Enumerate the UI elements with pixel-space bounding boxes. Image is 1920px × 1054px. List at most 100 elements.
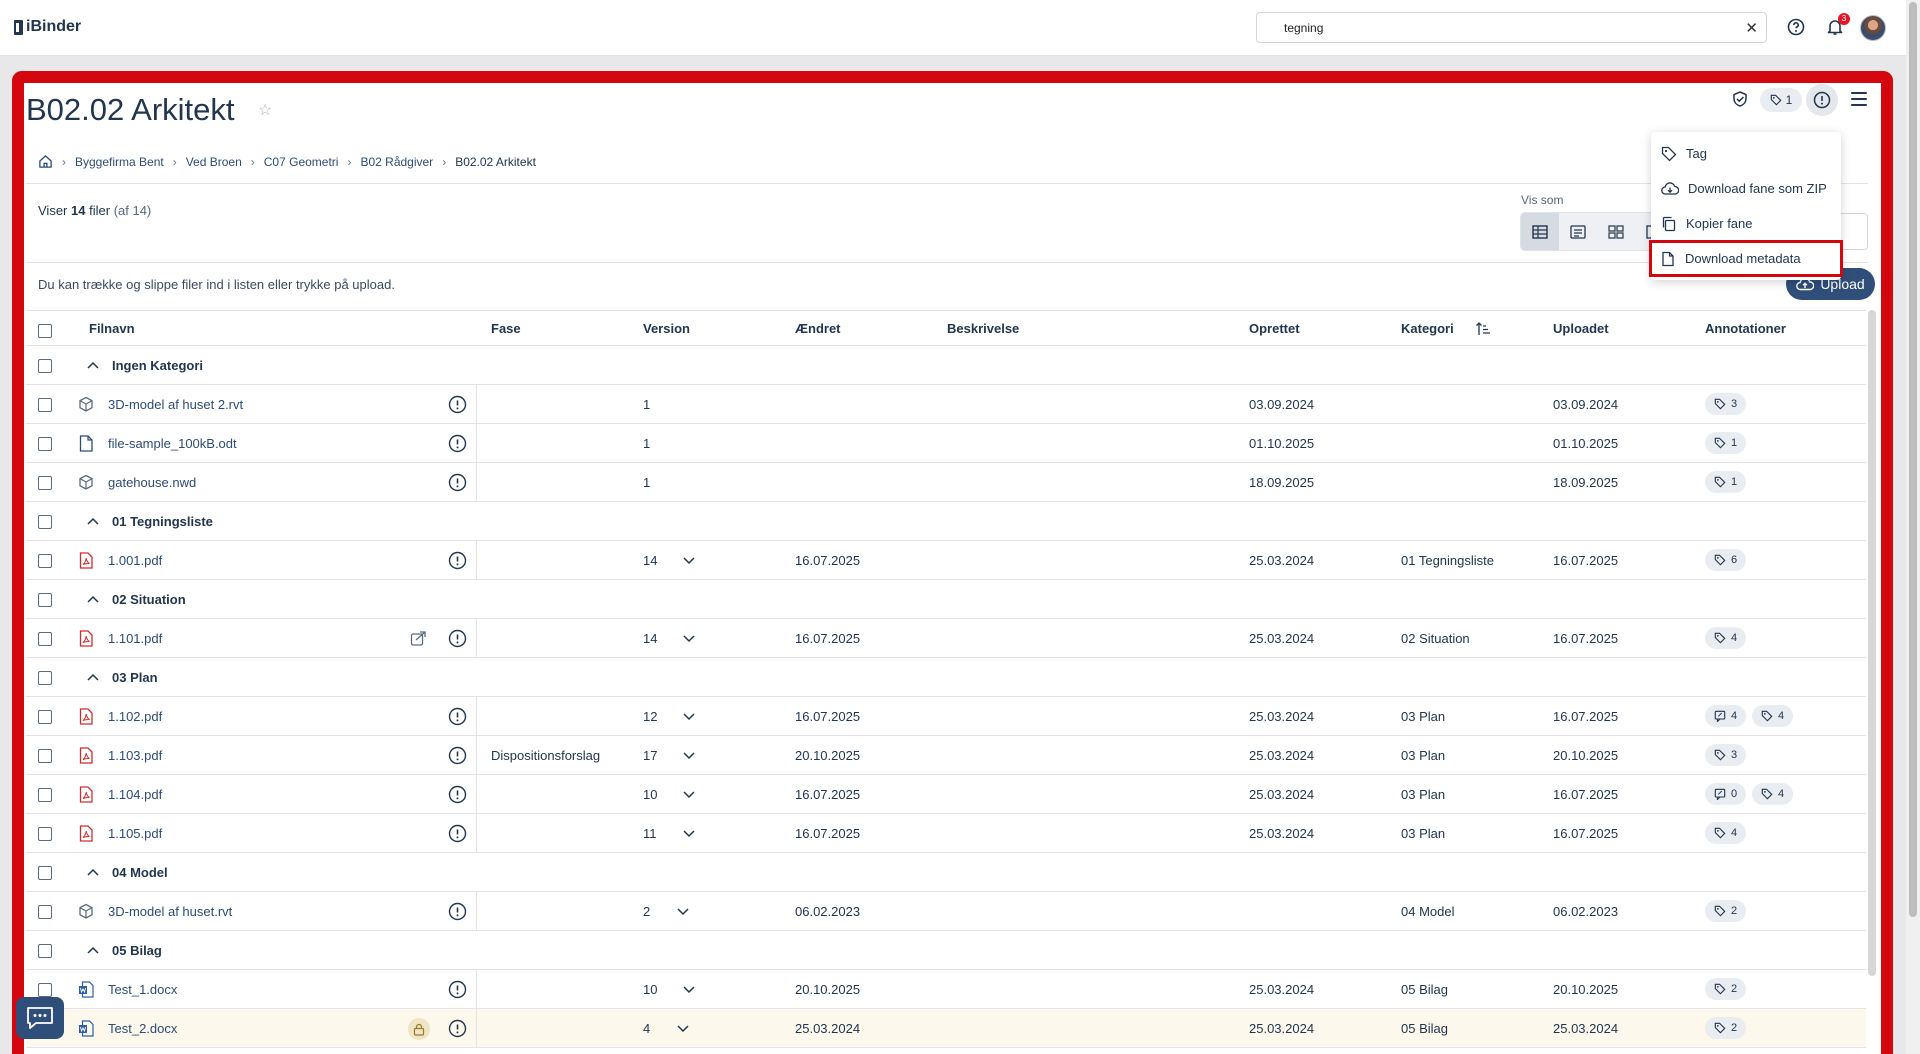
version-chevron-down-icon[interactable]: [682, 749, 696, 761]
menu-item-copy-tab[interactable]: Kopier fane: [1651, 206, 1841, 241]
group-row[interactable]: 05 Bilag: [26, 931, 1866, 970]
row-checkbox[interactable]: [38, 788, 52, 802]
favorite-star-icon[interactable]: ☆: [258, 100, 272, 120]
col-fase[interactable]: Fase: [491, 321, 521, 336]
tag-chip[interactable]: 1: [1705, 471, 1747, 493]
row-checkbox[interactable]: [38, 632, 52, 646]
file-name-link[interactable]: Test_2.docx: [108, 1021, 177, 1036]
group-row[interactable]: 04 Model: [26, 853, 1866, 892]
group-row[interactable]: 03 Plan: [26, 658, 1866, 697]
menu-item-download-metadata[interactable]: Download metadata: [1649, 240, 1843, 277]
file-name-link[interactable]: 1.101.pdf: [108, 631, 162, 646]
file-info-icon[interactable]: [448, 551, 467, 570]
row-checkbox[interactable]: [38, 671, 52, 685]
file-info-icon[interactable]: [448, 785, 467, 804]
group-row[interactable]: 01 Tegningsliste: [26, 502, 1866, 541]
file-info-icon[interactable]: [448, 473, 467, 492]
version-chevron-down-icon[interactable]: [676, 905, 690, 917]
file-name-link[interactable]: 3D-model af huset 2.rvt: [108, 397, 243, 412]
table-row[interactable]: 1.101.pdf 14 16.07.2025 25.03.2024 02 Situat…: [26, 619, 1866, 658]
comment-chip[interactable]: 4: [1705, 705, 1747, 727]
row-checkbox[interactable]: [38, 710, 52, 724]
table-row[interactable]: 1.102.pdf 12 16.07.2025 25.03.2024 03 Plan 16…: [26, 697, 1866, 736]
tag-chip[interactable]: 4: [1752, 783, 1794, 805]
row-checkbox[interactable]: [38, 866, 52, 880]
comment-chip[interactable]: 0: [1705, 783, 1747, 805]
col-version[interactable]: Version: [643, 321, 690, 336]
chevron-up-icon[interactable]: [86, 515, 100, 527]
version-chevron-down-icon[interactable]: [682, 632, 696, 644]
file-name-link[interactable]: Test_1.docx: [108, 982, 177, 997]
tag-chip[interactable]: 1: [1705, 432, 1747, 454]
table-row[interactable]: 1.105.pdf 11 16.07.2025 25.03.2024 03 Plan 16…: [26, 814, 1866, 853]
file-info-icon[interactable]: [448, 434, 467, 453]
file-name-link[interactable]: 1.001.pdf: [108, 553, 162, 568]
chevron-up-icon[interactable]: [86, 944, 100, 956]
file-name-link[interactable]: file-sample_100kB.odt: [108, 436, 237, 451]
col-kategori[interactable]: Kategori: [1401, 321, 1454, 336]
file-name-link[interactable]: 1.105.pdf: [108, 826, 162, 841]
chevron-up-icon[interactable]: [86, 671, 100, 683]
breadcrumb-link[interactable]: Ved Broen: [186, 155, 242, 169]
file-info-icon[interactable]: [448, 629, 467, 648]
menu-item-tag[interactable]: Tag: [1651, 136, 1841, 171]
table-row[interactable]: 3D-model af huset 2.rvt 1 03.09.2024 03.09.…: [26, 385, 1866, 424]
tag-chip[interactable]: 2: [1705, 1017, 1747, 1039]
chevron-up-icon[interactable]: [86, 359, 100, 371]
col-annotationer[interactable]: Annotationer: [1705, 321, 1786, 336]
version-chevron-down-icon[interactable]: [682, 983, 696, 995]
col-uploadet[interactable]: Uploadet: [1553, 321, 1609, 336]
row-checkbox[interactable]: [38, 398, 52, 412]
table-row[interactable]: file-sample_100kB.odt 1 01.10.2025 01.10.20…: [26, 424, 1866, 463]
table-view-button[interactable]: [1521, 213, 1559, 250]
select-all-checkbox[interactable]: [38, 324, 52, 338]
table-row[interactable]: gatehouse.nwd 1 18.09.2025 18.09.2025 1: [26, 463, 1866, 502]
table-row[interactable]: 3D-model af huset.rvt 2 06.02.2023 04 Model…: [26, 892, 1866, 931]
col-oprettet[interactable]: Oprettet: [1249, 321, 1300, 336]
shield-check-icon[interactable]: [1731, 90, 1749, 108]
clear-search-icon[interactable]: ✕: [1745, 19, 1758, 37]
group-row[interactable]: 02 Situation: [26, 580, 1866, 619]
sort-ascending-icon[interactable]: [1475, 322, 1491, 336]
tag-chip[interactable]: 3: [1705, 744, 1747, 766]
tag-count-chip[interactable]: 1: [1760, 88, 1802, 112]
row-checkbox[interactable]: [38, 593, 52, 607]
window-scrollbar[interactable]: [1906, 0, 1920, 1054]
file-name-link[interactable]: gatehouse.nwd: [108, 475, 196, 490]
file-name-link[interactable]: 3D-model af huset.rvt: [108, 904, 232, 919]
tag-chip[interactable]: 3: [1705, 393, 1747, 415]
info-menu-button[interactable]: [1806, 84, 1838, 116]
row-checkbox[interactable]: [38, 359, 52, 373]
tag-chip[interactable]: 4: [1705, 627, 1747, 649]
row-checkbox[interactable]: [38, 515, 52, 529]
sort-select[interactable]: [1838, 213, 1868, 250]
row-checkbox[interactable]: [38, 944, 52, 958]
avatar[interactable]: [1860, 15, 1886, 41]
breadcrumb-link[interactable]: Byggefirma Bent: [75, 155, 164, 169]
row-checkbox[interactable]: [38, 827, 52, 841]
row-checkbox[interactable]: [38, 437, 52, 451]
lock-icon[interactable]: [408, 1018, 430, 1040]
file-name-link[interactable]: 1.103.pdf: [108, 748, 162, 763]
tag-chip[interactable]: 4: [1752, 705, 1794, 727]
group-row[interactable]: Ingen Kategori: [26, 346, 1866, 385]
tag-chip[interactable]: 2: [1705, 900, 1747, 922]
app-logo[interactable]: iBinder: [14, 18, 81, 36]
table-row[interactable]: Test_2.docx 4 25.03.2024 25.03.2024 05 Bilag…: [26, 1009, 1866, 1048]
list-view-button[interactable]: [1559, 213, 1597, 250]
breadcrumb-link[interactable]: C07 Geometri: [264, 155, 339, 169]
row-checkbox[interactable]: [38, 905, 52, 919]
col-aendret[interactable]: Ændret: [795, 321, 841, 336]
row-checkbox[interactable]: [38, 476, 52, 490]
help-icon[interactable]: [1787, 18, 1805, 36]
chevron-up-icon[interactable]: [86, 866, 100, 878]
version-chevron-down-icon[interactable]: [682, 827, 696, 839]
file-info-icon[interactable]: [448, 1019, 467, 1038]
row-checkbox[interactable]: [38, 749, 52, 763]
version-chevron-down-icon[interactable]: [682, 710, 696, 722]
col-beskrivelse[interactable]: Beskrivelse: [947, 321, 1019, 336]
grid-view-button[interactable]: [1597, 213, 1635, 250]
home-icon[interactable]: [38, 154, 53, 169]
file-info-icon[interactable]: [448, 902, 467, 921]
breadcrumb-link[interactable]: B02 Rådgiver: [360, 155, 433, 169]
